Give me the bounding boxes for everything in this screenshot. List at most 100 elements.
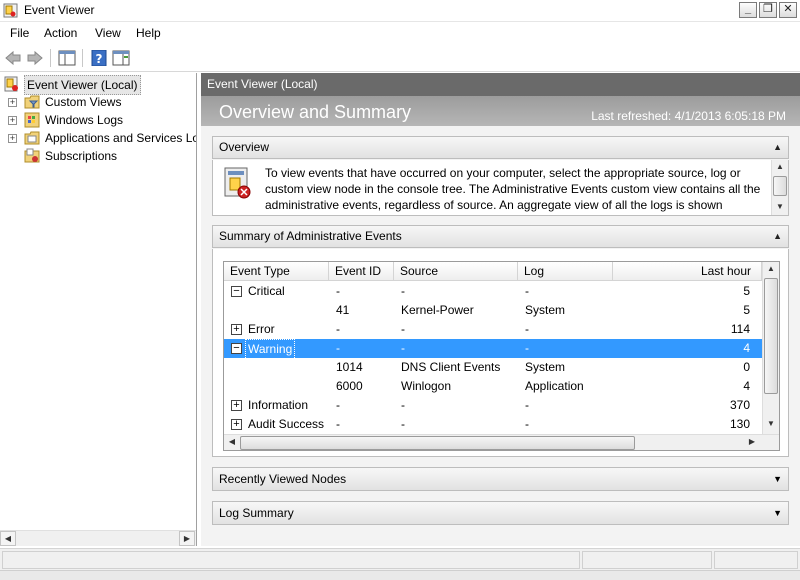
tree-item-event-viewer-local[interactable]: Event Viewer (Local) [4, 75, 194, 95]
menu-file[interactable]: File [10, 26, 29, 40]
back-arrow-icon[interactable] [4, 50, 22, 66]
log-summary-header[interactable]: Log Summary ▼ [212, 501, 789, 525]
last-refreshed: Last refreshed: 4/1/2013 6:05:18 PM [591, 109, 786, 123]
menu-view[interactable]: View [95, 26, 121, 40]
cell-source: Winlogon [401, 379, 452, 393]
expand-icon[interactable]: + [8, 116, 17, 125]
expand-icon[interactable]: + [8, 134, 17, 143]
help-icon[interactable]: ? [90, 50, 108, 66]
table-vertical-scrollbar[interactable]: ▲ ▼ [762, 262, 779, 434]
scroll-down-button[interactable]: ▼ [763, 417, 779, 432]
column-header-event-type[interactable]: Event Type [224, 262, 329, 281]
overview-section-header[interactable]: Overview ▲ [212, 136, 789, 159]
title-bar: Event Viewer _ ❐ ✕ [0, 0, 800, 22]
status-segment [714, 551, 798, 569]
forward-arrow-icon[interactable] [26, 50, 44, 66]
overview-content: To view events that have occurred on you… [212, 160, 789, 216]
scroll-left-button[interactable]: ◀ [0, 531, 16, 546]
scroll-right-button[interactable]: ▶ [179, 531, 195, 546]
column-header-event-id[interactable]: Event ID [329, 262, 394, 281]
overview-band: Overview and Summary Last refreshed: 4/1… [201, 96, 800, 126]
cell-type: Information [248, 398, 309, 412]
expand-arrow-icon[interactable]: ▼ [773, 502, 782, 524]
minimize-button[interactable]: _ [739, 2, 757, 18]
windows-logs-icon [24, 112, 40, 128]
taskbar-strip [0, 570, 800, 580]
column-header-source[interactable]: Source [394, 262, 518, 281]
scroll-up-button[interactable]: ▲ [763, 262, 779, 277]
cell-source: - [401, 417, 405, 431]
cell-id: - [336, 417, 340, 431]
menu-action[interactable]: Action [44, 26, 77, 40]
cell-type: Error [248, 322, 275, 336]
scroll-right-button[interactable]: ▶ [744, 435, 760, 450]
recently-viewed-nodes-header[interactable]: Recently Viewed Nodes ▼ [212, 467, 789, 491]
toolbar-separator [50, 49, 51, 67]
tree-item-subscriptions[interactable]: Subscriptions [8, 147, 194, 165]
summary-section-header[interactable]: Summary of Administrative Events ▲ [212, 225, 789, 248]
cell-id: 41 [336, 303, 350, 317]
cell-type: Critical [248, 284, 285, 298]
admin-events-table: Event Type Event ID Source Log Last hour… [223, 261, 780, 451]
column-header-last-hour[interactable]: Last hour [613, 262, 762, 281]
action-pane-icon[interactable] [112, 50, 130, 66]
table-row[interactable]: 41 Kernel-Power System 5 [224, 301, 762, 320]
cell-source: - [401, 398, 405, 412]
cell-last-hour: 130 [729, 417, 750, 431]
status-bar [0, 548, 800, 570]
table-row[interactable]: − Critical - - - 5 [224, 282, 762, 301]
scroll-up-button[interactable]: ▲ [772, 160, 788, 175]
tree-item-applications-and-services-logs[interactable]: + Applications and Services Lo [8, 129, 197, 147]
maximize-button[interactable]: ❐ [759, 2, 777, 18]
tree-item-custom-views[interactable]: + Custom Views [8, 93, 194, 111]
scroll-left-button[interactable]: ◀ [224, 435, 240, 450]
table-row[interactable]: 1014 DNS Client Events System 0 [224, 358, 762, 377]
expand-icon[interactable]: + [231, 419, 242, 430]
overview-scrollbar[interactable]: ▲ ▼ [771, 160, 788, 215]
collapse-icon[interactable]: − [231, 343, 242, 354]
column-header-log[interactable]: Log [518, 262, 613, 281]
scroll-thumb[interactable] [773, 176, 787, 196]
cell-source: - [401, 284, 405, 298]
event-viewer-icon [4, 76, 18, 92]
section-title: Log Summary [219, 506, 294, 520]
pane-header: Event Viewer (Local) [201, 73, 800, 96]
toolbar-separator [82, 49, 83, 67]
table-row[interactable]: + Information - - - 370 [224, 396, 762, 415]
expand-icon[interactable]: + [8, 98, 17, 107]
expand-icon[interactable]: + [231, 324, 242, 335]
scroll-thumb[interactable] [764, 278, 778, 394]
menu-bar: File Action View Help [0, 22, 800, 44]
collapse-icon[interactable]: − [231, 286, 242, 297]
cell-source: - [401, 322, 405, 336]
table-horizontal-scrollbar[interactable]: ◀ ▶ [224, 434, 779, 450]
scroll-down-button[interactable]: ▼ [772, 200, 788, 215]
tree-label: Custom Views [45, 95, 122, 109]
cell-source: DNS Client Events [401, 360, 501, 374]
right-pane: Event Viewer (Local) Overview and Summar… [201, 73, 800, 546]
subscriptions-icon [24, 148, 40, 163]
collapse-arrow-icon[interactable]: ▲ [773, 137, 782, 158]
table-row[interactable]: − Warning - - - 4 [224, 339, 762, 360]
scroll-thumb[interactable] [240, 436, 635, 450]
console-tree-icon[interactable] [58, 50, 76, 66]
folder-filter-icon [24, 95, 40, 109]
expand-arrow-icon[interactable]: ▼ [773, 468, 782, 490]
event-viewer-app-icon [3, 3, 18, 18]
cell-last-hour: 4 [743, 379, 750, 393]
tree-item-windows-logs[interactable]: + Windows Logs [8, 111, 194, 129]
menu-help[interactable]: Help [136, 26, 161, 40]
cell-log: - [525, 322, 529, 336]
expand-icon[interactable]: + [231, 400, 242, 411]
table-row[interactable]: 6000 Winlogon Application 4 [224, 377, 762, 396]
page-title: Overview and Summary [219, 102, 412, 122]
table-row[interactable]: + Error - - - 114 [224, 320, 762, 339]
tree-horizontal-scrollbar[interactable]: ◀ ▶ [0, 530, 196, 546]
tree-label: Applications and Services Lo [45, 131, 197, 145]
collapse-arrow-icon[interactable]: ▲ [773, 226, 782, 247]
close-button[interactable]: ✕ [779, 2, 797, 18]
cell-id: 1014 [336, 360, 363, 374]
svg-text:?: ? [96, 52, 103, 66]
cell-source: Kernel-Power [401, 303, 474, 317]
table-row[interactable]: + Audit Success - - -130 [224, 415, 762, 434]
